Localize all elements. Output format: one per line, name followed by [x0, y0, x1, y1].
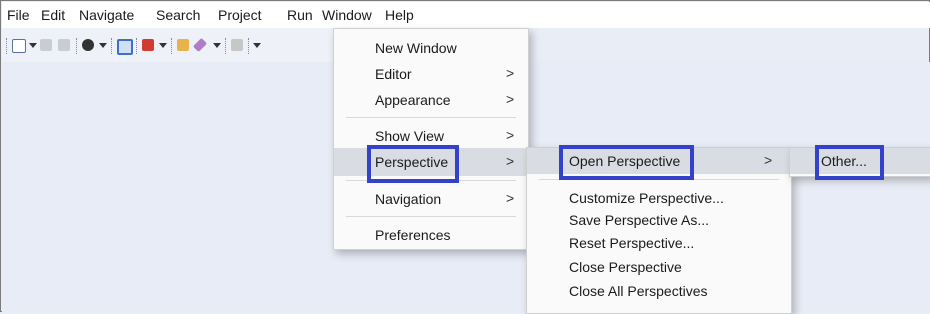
new-file-icon[interactable] [12, 39, 26, 53]
highlight-box-other [815, 145, 884, 180]
chevron-down-icon[interactable] [159, 43, 167, 48]
menu-navigate[interactable]: Navigate [79, 7, 134, 23]
chevron-right-icon: > [506, 65, 515, 81]
toolbar-separator [136, 38, 138, 54]
debug-icon[interactable] [82, 39, 94, 51]
chevron-down-icon[interactable] [253, 43, 261, 48]
navigate-icon[interactable] [231, 39, 243, 51]
chevron-right-icon: > [506, 91, 515, 107]
highlight-box-open-perspective [559, 145, 694, 180]
toolbar-separator [111, 38, 113, 54]
chevron-right-icon: > [506, 153, 515, 169]
menu-item-navigation[interactable]: Navigation > [334, 186, 528, 212]
chevron-down-icon[interactable] [29, 43, 37, 48]
menu-item-close-perspective[interactable]: Close Perspective [527, 254, 791, 280]
toolbar-separator [76, 38, 78, 54]
menu-bar: File Edit Navigate Search Project Run Wi… [2, 2, 930, 28]
chevron-down-icon[interactable] [213, 43, 221, 48]
menu-window[interactable]: Window [322, 7, 372, 23]
menu-item-reset-perspective[interactable]: Reset Perspective... [527, 230, 791, 256]
chevron-right-icon: > [506, 127, 515, 143]
menu-item-preferences[interactable]: Preferences [334, 222, 528, 248]
save-all-icon[interactable] [58, 39, 70, 51]
menu-search[interactable]: Search [156, 7, 200, 23]
edit-pen-icon[interactable] [192, 37, 208, 53]
toolbar [2, 28, 342, 62]
terminal-icon[interactable] [117, 39, 133, 55]
toolbar-separator [6, 38, 8, 54]
window-menu: New Window Editor > Appearance > Show Vi… [333, 28, 529, 250]
menu-separator [346, 216, 516, 217]
toolbar-separator [248, 38, 250, 54]
eclipse-window: File Edit Navigate Search Project Run Wi… [0, 0, 930, 314]
menu-edit[interactable]: Edit [41, 7, 65, 23]
save-icon[interactable] [40, 39, 52, 51]
chevron-down-icon[interactable] [99, 43, 107, 48]
menu-item-editor[interactable]: Editor > [334, 61, 528, 87]
toolbar-separator [225, 38, 227, 54]
menu-project[interactable]: Project [218, 7, 262, 23]
chevron-right-icon: > [506, 190, 515, 206]
menu-item-new-window[interactable]: New Window [334, 35, 528, 61]
menu-item-appearance[interactable]: Appearance > [334, 87, 528, 113]
open-folder-icon[interactable] [177, 39, 189, 51]
toolbar-separator [171, 38, 173, 54]
menu-separator [346, 117, 516, 118]
run-icon[interactable] [142, 39, 154, 51]
highlight-box-perspective [367, 145, 459, 183]
menu-file[interactable]: File [7, 7, 30, 23]
menu-run[interactable]: Run [287, 7, 313, 23]
menu-help[interactable]: Help [385, 7, 414, 23]
menu-item-close-all-perspectives[interactable]: Close All Perspectives [527, 278, 791, 304]
chevron-right-icon: > [764, 152, 773, 168]
